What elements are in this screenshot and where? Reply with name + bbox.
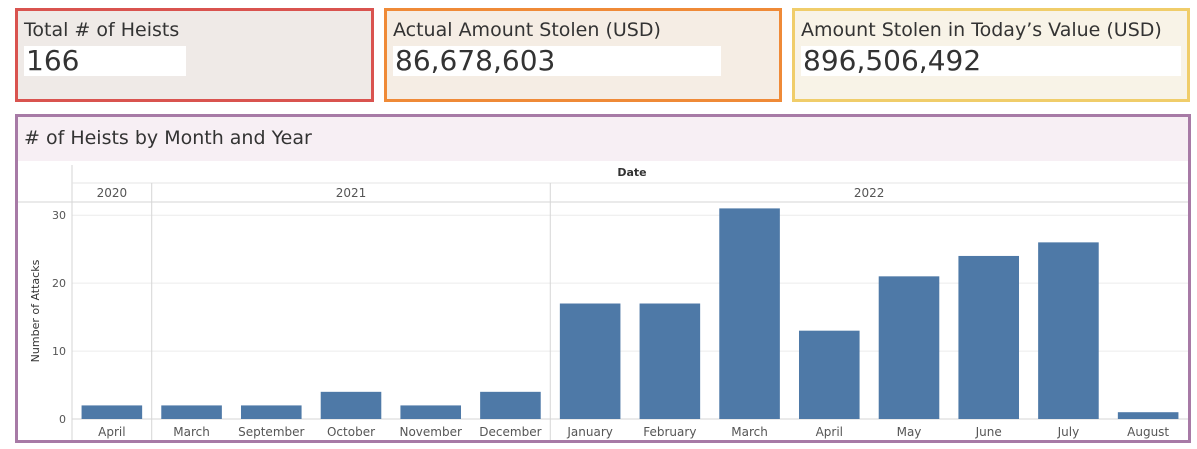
- bar-november: [400, 405, 462, 419]
- bar-july: [1038, 242, 1099, 419]
- chart-panel: # of Heists by Month and Year Date Numbe…: [15, 114, 1191, 443]
- kpi-actual-amount-title: Actual Amount Stolen (USD): [393, 19, 661, 41]
- date-header-label: Date: [617, 166, 646, 179]
- y-tick-label: 20: [52, 277, 66, 290]
- x-tick-label: October: [327, 425, 375, 439]
- kpi-today-value-value: 896,506,492: [801, 46, 1181, 76]
- bar-january: [559, 303, 621, 419]
- bar-may: [878, 276, 940, 419]
- bar-june: [958, 255, 1020, 419]
- kpi-today-value: Amount Stolen in Today’s Value (USD) 896…: [792, 8, 1190, 102]
- y-tick-label: 10: [52, 345, 66, 358]
- bar-april: [81, 405, 143, 419]
- bar-october: [320, 391, 382, 419]
- chart-title-bar: # of Heists by Month and Year: [18, 117, 1188, 161]
- x-tick-label: December: [479, 425, 541, 439]
- x-tick-label: April: [816, 425, 843, 439]
- x-tick-label: March: [731, 425, 768, 439]
- bar-august: [1117, 412, 1179, 419]
- kpi-total-heists-title: Total # of Heists: [24, 19, 180, 41]
- heists-bar-chart: Date Number of Attacks 0 10 20 30 2020 2021 20…: [18, 165, 1188, 440]
- x-tick-label: July: [1057, 425, 1080, 439]
- x-tick-label: September: [238, 425, 304, 439]
- bar-december: [480, 391, 541, 419]
- year-label: 2020: [97, 186, 128, 200]
- x-tick-label: February: [643, 425, 696, 439]
- year-label: 2021: [336, 186, 367, 200]
- kpi-actual-amount-value: 86,678,603: [393, 46, 721, 76]
- x-tick-label: August: [1127, 425, 1169, 439]
- bar-april: [798, 330, 860, 419]
- x-tick-label: March: [173, 425, 210, 439]
- bar-february: [639, 303, 701, 419]
- y-tick-label: 0: [59, 413, 66, 426]
- bar-march: [719, 208, 780, 419]
- kpi-actual-amount: Actual Amount Stolen (USD) 86,678,603: [384, 8, 782, 102]
- x-tick-label: June: [975, 425, 1002, 439]
- y-tick-label: 30: [52, 209, 66, 222]
- year-label: 2022: [854, 186, 885, 200]
- kpi-total-heists: Total # of Heists 166: [15, 8, 374, 102]
- x-tick-label: April: [98, 425, 125, 439]
- x-tick-label: January: [566, 425, 613, 439]
- bar-september: [240, 405, 302, 419]
- kpi-total-heists-value: 166: [24, 46, 186, 76]
- chart-title: # of Heists by Month and Year: [24, 127, 312, 149]
- kpi-today-value-title: Amount Stolen in Today’s Value (USD): [801, 19, 1162, 41]
- bar-march: [161, 405, 222, 419]
- x-tick-label: November: [399, 425, 461, 439]
- x-tick-label: May: [897, 425, 922, 439]
- y-axis-label: Number of Attacks: [29, 259, 42, 362]
